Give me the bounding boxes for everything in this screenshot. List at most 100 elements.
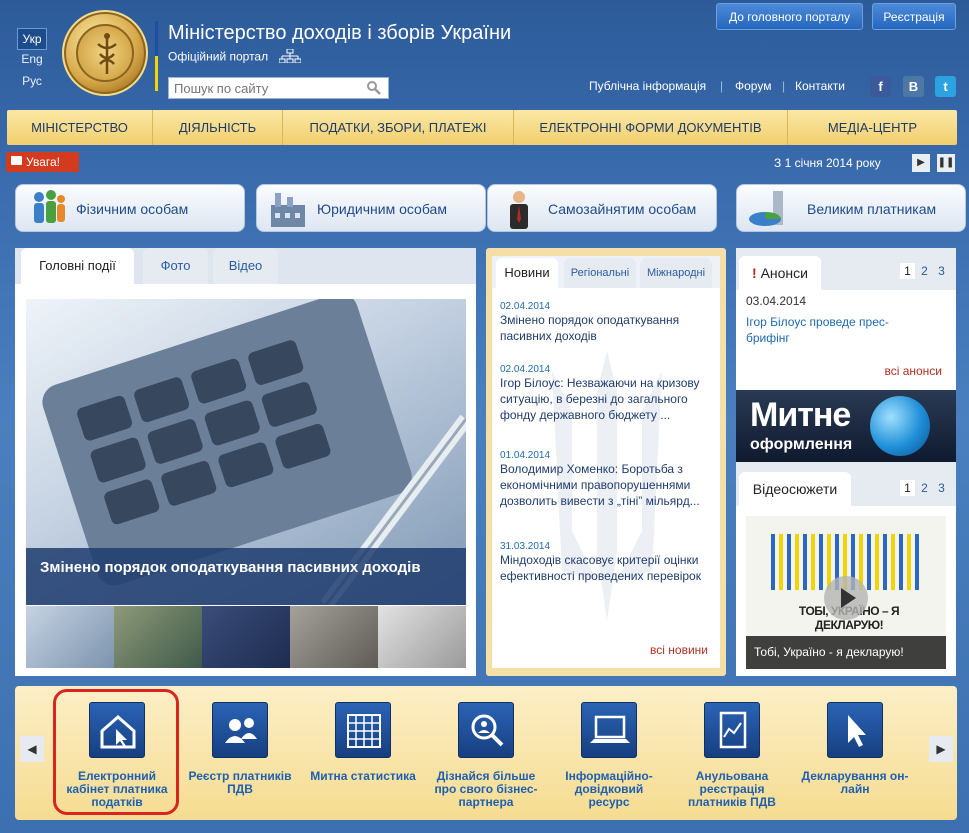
public-info-link[interactable]: Публічна інформація	[589, 79, 706, 93]
service-online-declaration[interactable]: Декларування он-лайн	[800, 702, 910, 796]
news-item[interactable]: 02.04.2014 Змінено порядок оподаткування …	[500, 301, 712, 364]
services-bar: ◀ ▶ Електронний кабінет платника податкі…	[15, 686, 957, 820]
category-self-employed[interactable]: Самозайнятим особам	[487, 184, 717, 232]
magnifier-person-icon	[458, 702, 514, 758]
contacts-link[interactable]: Контакти	[795, 79, 845, 93]
thumbnail[interactable]	[202, 606, 290, 668]
service-info-resource[interactable]: Інформаційно-довідковий ресурс	[554, 702, 664, 809]
table-icon	[335, 702, 391, 758]
next-arrow-icon[interactable]: ▶	[929, 736, 953, 762]
tab-regional[interactable]: Регіональні	[564, 258, 636, 288]
category-individuals[interactable]: Фізичним особам	[15, 184, 245, 232]
play-button-icon[interactable]	[824, 576, 868, 620]
announce-date: 03.04.2014	[746, 294, 807, 308]
globe-icon	[870, 396, 930, 456]
search-box	[168, 77, 389, 99]
play-icon[interactable]: ▶	[912, 154, 930, 172]
laptop-icon	[581, 702, 637, 758]
vkontakte-icon[interactable]: B	[903, 76, 924, 97]
tab-international[interactable]: Міжнародні	[640, 258, 712, 288]
category-large-taxpayers[interactable]: Великим платникам	[736, 184, 966, 232]
menu-taxes[interactable]: Податки, збори, платежі	[283, 110, 514, 145]
sitemap-icon[interactable]	[278, 48, 302, 66]
flag-bar	[155, 21, 158, 91]
menu-e-forms[interactable]: Електронні форми документів	[514, 110, 788, 145]
page-3[interactable]: 3	[934, 263, 949, 279]
thumbnail[interactable]	[378, 606, 466, 668]
customs-banner[interactable]: Митне оформлення	[736, 390, 956, 462]
link-separator: |	[782, 79, 786, 93]
house-cursor-icon	[89, 702, 145, 758]
thumbnail[interactable]	[114, 606, 202, 668]
videos-title[interactable]: Відеосюжети	[739, 472, 851, 506]
videos-panel: Відеосюжети 1 2 3 ТОБІ, УКРАЇНО – Я ДЕКЛ…	[736, 462, 956, 676]
menu-activity[interactable]: Діяльність	[153, 110, 283, 145]
announces-panel: ! Анонси 1 2 3 03.04.2014 Ігор Білоус пр…	[736, 248, 956, 390]
link-separator: |	[720, 79, 724, 93]
page-title[interactable]: Міністерство доходів і зборів України	[168, 22, 511, 45]
banner-subtitle: оформлення	[750, 436, 853, 453]
news-item[interactable]: 31.03.2014 Міндоходів скасовує критерії о…	[500, 541, 712, 584]
cursor-icon	[827, 702, 883, 758]
banner-title: Митне	[750, 396, 851, 434]
tab-news[interactable]: Новини	[496, 258, 558, 288]
page-2[interactable]: 2	[917, 480, 932, 496]
main-menu: Міністерство Діяльність Податки, збори, …	[7, 110, 957, 145]
announce-link[interactable]: Ігор Білоус проведе прес-брифінг	[746, 314, 896, 346]
lang-ukr[interactable]: Укр	[17, 28, 47, 50]
businessman-icon	[510, 191, 528, 229]
menu-media-center[interactable]: Медіа-центр	[788, 110, 957, 145]
announces-pagination: 1 2 3	[900, 263, 956, 279]
search-icon[interactable]	[366, 80, 382, 101]
twitter-icon[interactable]: t	[935, 76, 956, 97]
service-vat-register[interactable]: Реєстр платників ПДВ	[185, 702, 295, 796]
page-1[interactable]: 1	[900, 263, 915, 279]
thumbnail-strip	[26, 606, 466, 668]
portal-subtitle: Офіційний портал	[168, 48, 302, 66]
category-legal-entities[interactable]: Юридичним особам	[256, 184, 486, 232]
users-icon	[212, 702, 268, 758]
factory-icon	[271, 193, 305, 227]
service-business-partner[interactable]: Дізнайся більше про свого бізнес-партнер…	[431, 702, 541, 809]
facebook-icon[interactable]: f	[870, 76, 891, 97]
ministry-seal-logo[interactable]	[62, 10, 148, 96]
announces-title[interactable]: ! Анонси	[739, 256, 821, 290]
tab-video[interactable]: Відео	[213, 248, 278, 284]
news-item[interactable]: 01.04.2014 Володимир Хоменко: Боротьба з …	[500, 450, 712, 541]
pie-chart-icon	[749, 191, 783, 226]
all-news-link[interactable]: всі новини	[650, 643, 708, 657]
media-panel: Головні події Фото Відео Змінено порядок…	[15, 248, 476, 676]
videos-pagination: 1 2 3	[900, 480, 956, 496]
news-list: 02.04.2014 Змінено порядок оподаткування …	[500, 301, 712, 584]
featured-caption[interactable]: Змінено порядок оподаткування пасивних д…	[26, 548, 466, 605]
all-announces-link[interactable]: всі анонси	[884, 364, 942, 378]
video-caption[interactable]: Тобі, Україно - я декларую!	[746, 636, 946, 669]
lang-rus[interactable]: Рус	[17, 71, 47, 91]
page-3[interactable]: 3	[934, 480, 949, 496]
document-chart-icon	[704, 702, 760, 758]
people-icon	[34, 190, 65, 223]
page-1[interactable]: 1	[900, 480, 915, 496]
alert-badge[interactable]: Увага!	[6, 152, 79, 172]
thumbnail[interactable]	[290, 606, 378, 668]
video-thumbnail[interactable]: ТОБІ, УКРАЇНО – Я ДЕКЛАРУЮ! Тобі, Україн…	[746, 516, 946, 669]
tab-main-events[interactable]: Головні події	[21, 248, 134, 284]
news-ticker[interactable]: З 1 січня 2014 року	[774, 156, 881, 170]
forum-link[interactable]: Форум	[735, 79, 771, 93]
tab-photo[interactable]: Фото	[143, 248, 208, 284]
news-item[interactable]: 02.04.2014 Ігор Білоус: Незважаючи на кри…	[500, 364, 712, 450]
menu-ministry[interactable]: Міністерство	[7, 110, 153, 145]
page-2[interactable]: 2	[917, 263, 932, 279]
news-panel: Новини Регіональні Міжнародні 02.04.2014…	[486, 248, 726, 676]
thumbnail[interactable]	[26, 606, 114, 668]
service-cancelled-vat[interactable]: Анульована реєстрація платників ПДВ	[677, 702, 787, 809]
service-customs-stats[interactable]: Митна статистика	[308, 702, 418, 783]
register-button[interactable]: Реєстрація	[872, 3, 956, 30]
pause-icon[interactable]: ❚❚	[937, 154, 955, 172]
service-e-cabinet[interactable]: Електронний кабінет платника податків	[62, 702, 172, 809]
main-portal-button[interactable]: До головного порталу	[716, 3, 863, 30]
speech-bubble-icon	[11, 156, 22, 165]
lang-eng[interactable]: Eng	[17, 49, 47, 69]
search-input[interactable]	[169, 78, 359, 98]
prev-arrow-icon[interactable]: ◀	[20, 736, 44, 762]
